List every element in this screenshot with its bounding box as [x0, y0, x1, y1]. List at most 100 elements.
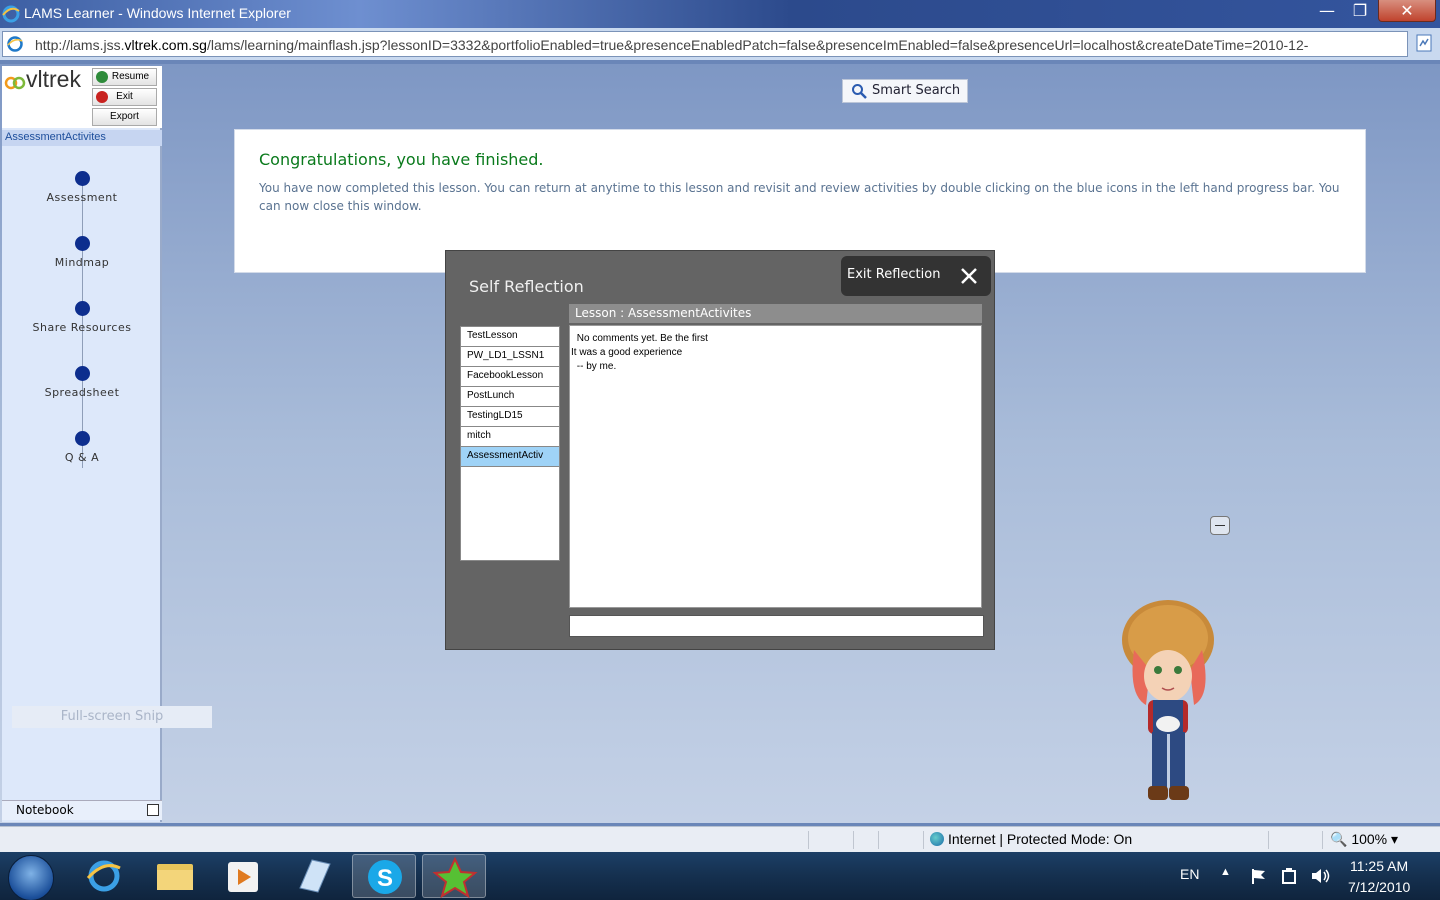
lesson-list-item[interactable]: PW_LD1_LSSN1 — [461, 347, 559, 367]
taskbar-explorer-button[interactable] — [143, 854, 207, 898]
reflection-input[interactable] — [569, 615, 984, 637]
activity-label: Share Resources — [32, 321, 132, 334]
taskbar: S EN ▲ 11:25 AM 7/12/2010 — [0, 852, 1440, 900]
activity-label: Spreadsheet — [44, 386, 120, 399]
fullscreen-snip-overlay: Full-screen Snip — [12, 706, 212, 728]
window-title: LAMS Learner - Windows Internet Explorer — [24, 5, 291, 21]
volume-icon[interactable] — [1310, 867, 1332, 885]
comment-line: No comments yet. Be the first — [574, 333, 708, 344]
vltrek-logo-icon — [4, 76, 26, 90]
window-titlebar: LAMS Learner - Windows Internet Explorer… — [0, 0, 1440, 28]
minimize-button[interactable]: — — [1312, 0, 1342, 22]
exit-reflection-label: Exit Reflection — [847, 267, 941, 282]
notebook-expand-icon[interactable] — [147, 804, 159, 816]
power-icon[interactable] — [1280, 867, 1298, 885]
notebook-label: Notebook — [16, 803, 74, 817]
lesson-title: AssessmentActivites — [2, 130, 162, 146]
exit-button[interactable]: Exit — [92, 88, 157, 106]
close-window-button[interactable]: ✕ — [1378, 0, 1436, 22]
resume-icon — [96, 71, 108, 83]
lesson-list-item[interactable]: TestLesson — [461, 327, 559, 347]
clock-time[interactable]: 11:25 AM — [1350, 858, 1408, 874]
lesson-list-item[interactable]: mitch — [461, 427, 559, 447]
status-separator — [1268, 831, 1269, 849]
smart-search-label: Smart Search — [872, 83, 961, 98]
url-prefix: http://lams.jss. — [35, 37, 125, 53]
taskbar-media-button[interactable] — [212, 854, 276, 898]
clock-date[interactable]: 7/12/2010 — [1348, 879, 1410, 895]
close-icon[interactable] — [959, 266, 979, 286]
minimize-widget-button[interactable] — [1210, 516, 1230, 535]
status-separator — [923, 831, 924, 849]
reflection-title: Self Reflection — [469, 277, 584, 296]
notepad-icon — [299, 859, 331, 893]
taskbar-notepad-button[interactable] — [282, 854, 346, 898]
activity-node-icon[interactable] — [75, 171, 90, 186]
taskbar-lams-button[interactable] — [422, 854, 486, 899]
start-button[interactable] — [8, 855, 54, 900]
finished-message: You have now completed this lesson. You … — [259, 181, 1340, 213]
url-text: http://lams.jss.vltrek.com.sg/lams/learn… — [35, 37, 1405, 53]
media-player-icon — [228, 862, 258, 892]
status-separator — [808, 831, 809, 849]
learner-sidebar: vltrek Resume Exit Export AssessmentActi… — [2, 66, 212, 822]
logo-text: vltrek — [26, 66, 81, 92]
activity-label: Q & A — [64, 451, 100, 464]
notebook-bar[interactable]: Notebook — [2, 800, 162, 820]
url-field[interactable]: http://lams.jss.vltrek.com.sg/lams/learn… — [2, 31, 1408, 57]
zoom-level[interactable]: 🔍 100% ▾ — [1330, 831, 1398, 848]
status-separator — [1322, 831, 1323, 849]
ie-icon — [86, 860, 121, 892]
lesson-list-item[interactable]: PostLunch — [461, 387, 559, 407]
reflection-lesson-header: Lesson : AssessmentActivites — [569, 304, 982, 323]
finished-heading: Congratulations, you have finished. — [259, 150, 544, 169]
reflection-comments: No comments yet. Be the first It was a g… — [569, 325, 982, 608]
avatar-character[interactable] — [1120, 600, 1220, 810]
exit-label: Exit — [116, 91, 133, 102]
self-reflection-dialog: Self Reflection Exit Reflection TestLess… — [445, 250, 995, 650]
page-icon — [7, 36, 23, 52]
ie-logo-icon — [2, 5, 20, 23]
globe-icon — [930, 832, 944, 846]
address-bar: http://lams.jss.vltrek.com.sg/lams/learn… — [0, 28, 1440, 60]
security-zone-label: Internet | Protected Mode: On — [948, 831, 1133, 847]
smart-search-button[interactable]: Smart Search — [842, 79, 968, 103]
show-hidden-icons[interactable]: ▲ — [1220, 866, 1231, 878]
skype-icon: S — [368, 860, 402, 894]
activity-node-icon[interactable] — [75, 301, 90, 316]
status-separator — [853, 831, 854, 849]
zoom-value: 100% — [1351, 831, 1388, 847]
activity-node-icon[interactable] — [75, 431, 90, 446]
url-rest: /lams/learning/mainflash.jsp?lessonID=33… — [206, 37, 1309, 53]
activity-label: Assessment — [46, 191, 118, 204]
comment-line: It was a good experience — [571, 347, 683, 358]
activity-node-icon[interactable] — [75, 366, 90, 381]
svg-text:S: S — [377, 865, 393, 892]
status-separator — [878, 831, 879, 849]
status-bar: Internet | Protected Mode: On 🔍 100% ▾ — [0, 826, 1440, 852]
lesson-list-item[interactable]: FacebookLesson — [461, 367, 559, 387]
search-icon — [852, 84, 867, 99]
export-label: Export — [110, 111, 139, 122]
security-zone[interactable]: Internet | Protected Mode: On — [930, 831, 1132, 847]
logo-area: vltrek Resume Exit Export — [2, 66, 162, 128]
export-button[interactable]: Export — [92, 108, 157, 126]
exit-icon — [96, 91, 108, 103]
lesson-list: TestLesson PW_LD1_LSSN1 FacebookLesson P… — [460, 326, 560, 561]
action-center-flag-icon[interactable] — [1250, 867, 1268, 885]
resume-button[interactable]: Resume — [92, 68, 157, 86]
compatibility-view-icon[interactable] — [1414, 33, 1434, 53]
activity-label: Mindmap — [54, 256, 110, 269]
activity-node-icon[interactable] — [75, 236, 90, 251]
lesson-list-item-selected[interactable]: AssessmentActiv — [461, 447, 559, 467]
folder-icon — [157, 864, 193, 890]
url-domain: vltrek.com.sg — [124, 37, 207, 53]
maximize-button[interactable]: ❐ — [1345, 0, 1375, 22]
language-indicator[interactable]: EN — [1180, 866, 1199, 882]
lesson-list-item[interactable]: TestingLD15 — [461, 407, 559, 427]
star-app-icon — [432, 856, 478, 899]
taskbar-ie-button[interactable] — [72, 854, 136, 898]
taskbar-skype-button[interactable]: S — [352, 854, 416, 898]
comment-line: -- by me. — [574, 361, 617, 372]
exit-reflection-button[interactable]: Exit Reflection — [841, 256, 991, 296]
